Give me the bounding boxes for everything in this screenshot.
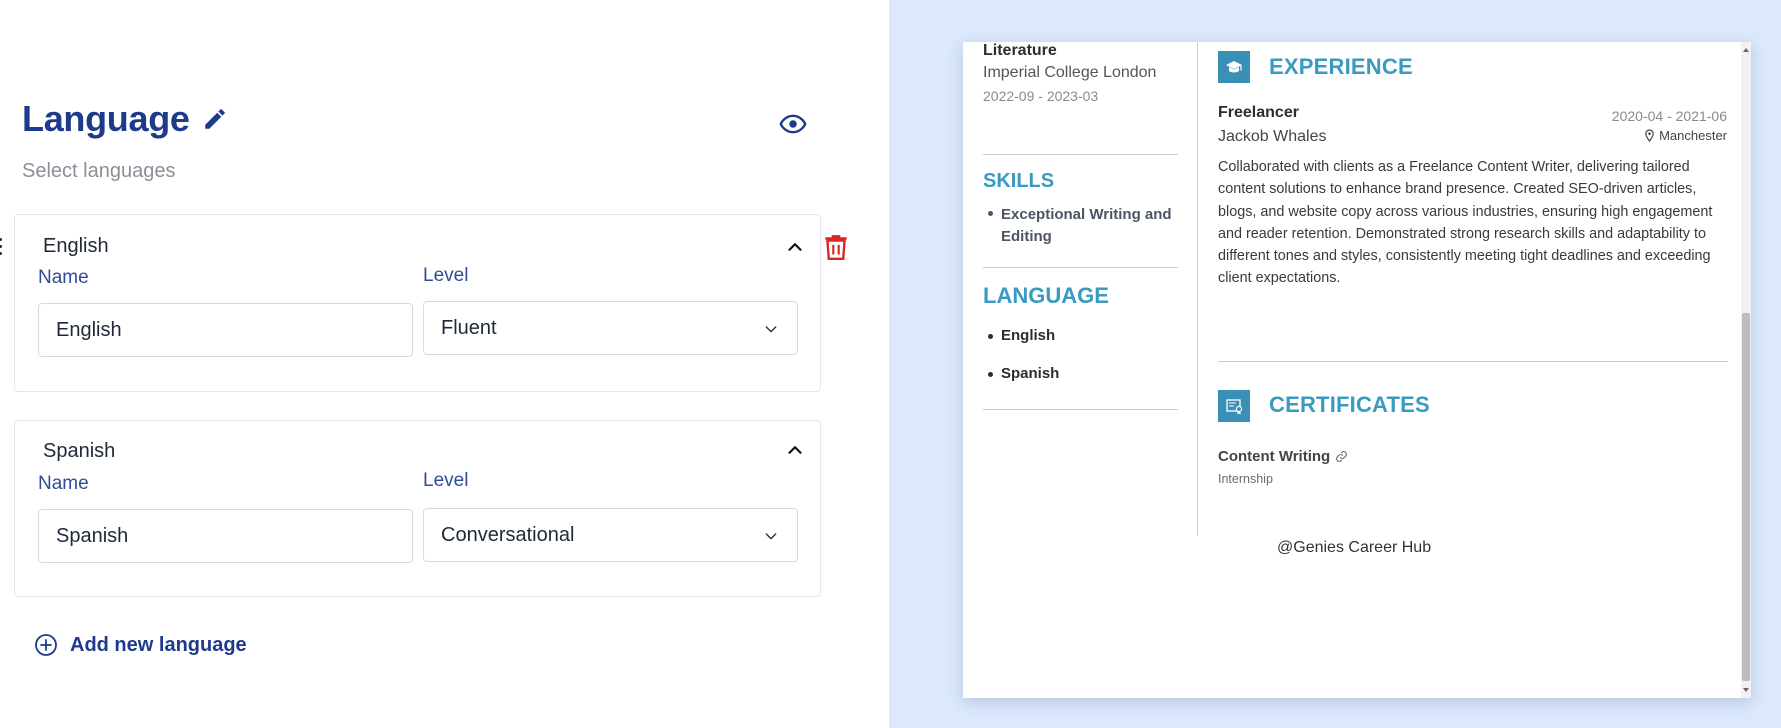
language-card-spanish: Spanish Name Level Conversational — [14, 420, 821, 597]
job-location: Manchester — [1644, 128, 1727, 143]
add-language-label: Add new language — [70, 633, 247, 656]
plus-circle-icon — [35, 634, 57, 656]
level-select[interactable]: Conversational — [423, 508, 798, 562]
footer-credit: @Genies Career Hub — [1277, 539, 1432, 556]
chevron-up-icon[interactable] — [784, 236, 806, 258]
column-divider — [1197, 42, 1198, 536]
divider — [1218, 361, 1728, 362]
name-label: Name — [38, 267, 89, 288]
job-title: Freelancer — [1218, 104, 1299, 121]
skills-list: Exceptional Writing and Editing — [988, 204, 1179, 248]
scrollbar-thumb[interactable] — [1742, 313, 1750, 681]
eye-icon[interactable] — [779, 110, 807, 138]
list-item: English — [988, 327, 1055, 344]
language-card-english: English Name Level Fluent — [14, 214, 821, 392]
certificate-type: Internship — [1218, 472, 1273, 486]
link-icon[interactable] — [1335, 450, 1348, 463]
language-editor-panel: Language Select languages English Name L… — [0, 0, 889, 728]
divider — [983, 409, 1178, 410]
list-item: Spanish — [988, 365, 1059, 382]
education-degree: Literature — [983, 42, 1057, 59]
page-subtitle: Select languages — [22, 160, 176, 182]
chevron-up-icon[interactable] — [784, 439, 806, 461]
certificate-icon — [1218, 390, 1250, 422]
pencil-icon[interactable] — [202, 106, 228, 132]
resume-preview-area: Literature Imperial College London 2022-… — [889, 0, 1781, 728]
trash-icon[interactable] — [823, 233, 849, 261]
scrollbar[interactable] — [1741, 42, 1751, 698]
job-dates: 2020-04 - 2021-06 — [1611, 108, 1727, 124]
level-select-value: Conversational — [441, 524, 575, 546]
certificates-heading: CERTIFICATES — [1269, 392, 1430, 417]
page-title: Language — [22, 98, 190, 139]
scroll-down-icon[interactable] — [1742, 686, 1750, 694]
name-label: Name — [38, 473, 89, 494]
level-label: Level — [423, 470, 469, 491]
language-heading: LANGUAGE — [983, 283, 1109, 308]
job-description: Collaborated with clients as a Freelance… — [1218, 159, 1713, 287]
certificate-name[interactable]: Content Writing — [1218, 448, 1348, 465]
name-input[interactable] — [38, 509, 413, 563]
card-header-label[interactable]: English — [43, 235, 109, 258]
scroll-up-icon[interactable] — [1742, 46, 1750, 54]
skills-heading: SKILLS — [983, 170, 1055, 192]
map-pin-icon — [1645, 129, 1654, 142]
level-select[interactable]: Fluent — [423, 301, 798, 355]
chevron-down-icon — [765, 533, 777, 540]
graduation-cap-icon — [1218, 51, 1250, 83]
chevron-down-icon — [765, 326, 777, 333]
education-school: Imperial College London — [983, 64, 1157, 81]
name-input[interactable] — [38, 303, 413, 357]
experience-heading: EXPERIENCE — [1269, 54, 1413, 79]
level-select-value: Fluent — [441, 317, 497, 339]
card-header-label[interactable]: Spanish — [43, 440, 115, 463]
job-company: Jackob Whales — [1218, 128, 1327, 145]
divider — [983, 154, 1178, 155]
drag-handle-icon[interactable] — [0, 238, 3, 258]
education-dates: 2022-09 - 2023-03 — [983, 88, 1099, 104]
divider — [983, 267, 1178, 268]
resume-page: Literature Imperial College London 2022-… — [963, 42, 1751, 698]
level-label: Level — [423, 265, 469, 286]
add-language-button[interactable]: Add new language — [34, 633, 247, 657]
title-row: Language — [22, 98, 228, 140]
list-item: Exceptional Writing and Editing — [988, 204, 1179, 248]
